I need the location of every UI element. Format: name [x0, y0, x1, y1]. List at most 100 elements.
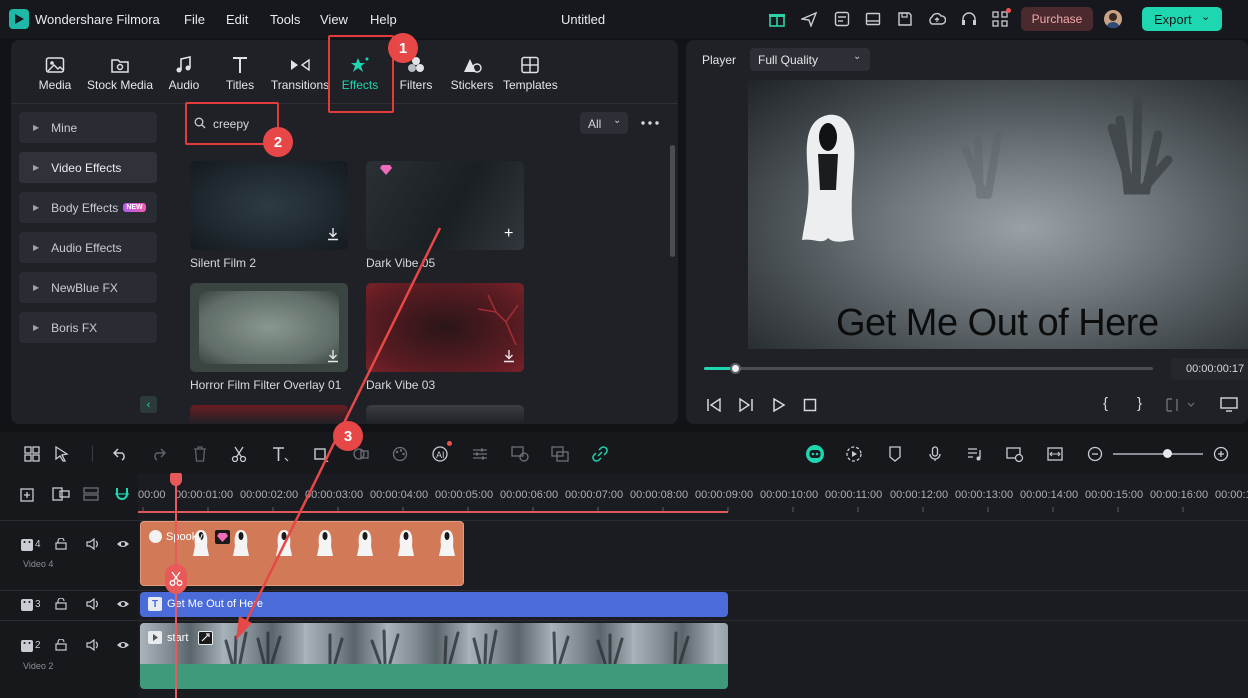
color-palette-icon[interactable]	[389, 443, 411, 465]
marker-icon[interactable]	[884, 443, 906, 465]
effect-card-horror-film-filter-overlay-01[interactable]	[190, 283, 348, 372]
add-plus-icon[interactable]: +	[504, 226, 513, 242]
zoom-slider-handle[interactable]	[1163, 449, 1172, 458]
apps-grid-icon[interactable]	[992, 8, 1011, 27]
sidebar-item-mine[interactable]: ▶ Mine	[19, 112, 157, 143]
sidebar-item-boris-fx[interactable]: ▶ Boris FX	[19, 312, 157, 343]
zoom-out-icon[interactable]	[1084, 443, 1106, 465]
select-pointer-icon[interactable]	[51, 443, 73, 465]
track-manager-icon[interactable]	[83, 487, 99, 501]
title-clip[interactable]: T Get Me Out of Here	[140, 592, 728, 617]
menu-help[interactable]: Help	[370, 12, 397, 27]
send-icon[interactable]	[801, 11, 817, 27]
eye-icon[interactable]	[116, 640, 130, 650]
tab-audio[interactable]: Audio	[166, 56, 202, 92]
sidebar-item-label: Body Effects	[51, 200, 119, 215]
microphone-icon[interactable]	[924, 443, 946, 465]
export-button[interactable]: Export ⌄	[1142, 7, 1222, 31]
feedback-icon[interactable]	[834, 11, 850, 27]
speaker-icon[interactable]	[86, 639, 100, 651]
audio-edit-icon[interactable]	[964, 443, 986, 465]
music-note-icon	[176, 56, 191, 73]
subtitle-translate-icon[interactable]	[549, 443, 571, 465]
menu-tools[interactable]: Tools	[270, 12, 300, 27]
ai-assistant-icon[interactable]	[804, 443, 826, 465]
eye-icon[interactable]	[116, 599, 130, 609]
sidebar-item-audio-effects[interactable]: ▶ Audio Effects	[19, 232, 157, 263]
effect-card-partial[interactable]	[366, 405, 524, 424]
collapse-sidebar-icon[interactable]: ‹	[140, 396, 157, 413]
mark-out-icon[interactable]: }	[1137, 395, 1142, 412]
scene-grid-icon[interactable]	[21, 443, 43, 465]
sticker-clip[interactable]: Spooky	[140, 521, 464, 586]
purchase-button[interactable]: Purchase	[1021, 7, 1093, 31]
tab-templates[interactable]: Templates	[503, 56, 558, 92]
undo-icon[interactable]	[109, 443, 131, 465]
fit-timeline-icon[interactable]	[1044, 443, 1066, 465]
link-track-icon[interactable]	[52, 487, 70, 501]
play-icon[interactable]	[772, 398, 786, 412]
tab-media[interactable]: Media	[34, 56, 76, 92]
playhead-split-icon[interactable]	[165, 564, 187, 594]
library-scrollbar[interactable]	[670, 145, 675, 257]
save-icon[interactable]	[897, 11, 913, 27]
playhead-handle[interactable]	[170, 473, 182, 486]
cloud-upload-icon[interactable]	[928, 11, 946, 27]
text-tool-icon[interactable]	[269, 443, 291, 465]
video-preview[interactable]: Get Me Out of Here	[748, 80, 1248, 349]
tab-stickers[interactable]: Stickers	[450, 56, 494, 92]
adjust-sliders-icon[interactable]	[469, 443, 491, 465]
auto-reframe-icon[interactable]	[843, 443, 865, 465]
menu-file[interactable]: File	[184, 12, 205, 27]
stop-icon[interactable]	[803, 398, 817, 412]
step-forward-icon[interactable]	[738, 398, 754, 412]
text-to-speech-icon[interactable]	[509, 443, 531, 465]
tab-stock-media[interactable]: Stock Media	[85, 56, 155, 92]
sidebar-item-newblue-fx[interactable]: ▶ NewBlue FX	[19, 272, 157, 303]
snapshot-icon[interactable]	[1166, 398, 1196, 412]
filter-dropdown[interactable]: All ⌄	[580, 112, 628, 134]
layout-icon[interactable]	[865, 11, 881, 27]
zoom-slider[interactable]	[1113, 453, 1203, 455]
download-icon[interactable]	[327, 349, 339, 363]
lock-icon[interactable]	[55, 538, 67, 550]
add-track-icon[interactable]	[20, 486, 36, 502]
video-clip[interactable]: start	[140, 623, 728, 689]
tab-titles[interactable]: Titles	[222, 56, 258, 92]
menu-edit[interactable]: Edit	[226, 12, 248, 27]
delete-icon[interactable]	[189, 443, 211, 465]
effect-card-silent-film-2[interactable]	[190, 161, 348, 250]
download-icon[interactable]	[503, 349, 515, 363]
step-back-icon[interactable]	[706, 398, 722, 412]
tab-transitions[interactable]: Transitions	[270, 56, 330, 92]
menu-view[interactable]: View	[320, 12, 348, 27]
eye-icon[interactable]	[116, 539, 130, 549]
lock-icon[interactable]	[55, 598, 67, 610]
zoom-in-icon[interactable]	[1210, 443, 1232, 465]
playback-progress-bar[interactable]	[704, 367, 1153, 370]
speaker-icon[interactable]	[86, 598, 100, 610]
headset-icon[interactable]	[961, 11, 977, 27]
avatar[interactable]	[1104, 10, 1122, 28]
link-icon[interactable]	[589, 443, 611, 465]
snap-magnet-icon[interactable]	[114, 486, 130, 502]
lock-icon[interactable]	[55, 639, 67, 651]
speaker-icon[interactable]	[86, 538, 100, 550]
effect-card-partial[interactable]	[190, 405, 348, 424]
crop-icon[interactable]	[310, 443, 332, 465]
quality-dropdown[interactable]: Full Quality ⌄	[750, 48, 870, 71]
sidebar-item-body-effects[interactable]: ▶ Body Effects NEW	[19, 192, 157, 223]
effect-card-dark-vibe-03[interactable]	[366, 283, 524, 372]
redo-icon[interactable]	[148, 443, 170, 465]
download-icon[interactable]	[327, 227, 339, 241]
sidebar-item-video-effects[interactable]: ▶ Video Effects	[19, 152, 157, 183]
gift-icon[interactable]	[768, 10, 786, 28]
scissors-icon[interactable]	[228, 443, 250, 465]
sidebar-item-label: NewBlue FX	[51, 280, 118, 295]
fullscreen-display-icon[interactable]	[1220, 397, 1238, 412]
ai-tool-icon[interactable]: AI	[429, 441, 452, 465]
more-options-icon[interactable]	[641, 121, 659, 125]
effect-card-dark-vibe-05[interactable]: +	[366, 161, 524, 250]
mark-in-icon[interactable]: {	[1103, 395, 1108, 412]
render-preview-icon[interactable]	[1004, 443, 1026, 465]
